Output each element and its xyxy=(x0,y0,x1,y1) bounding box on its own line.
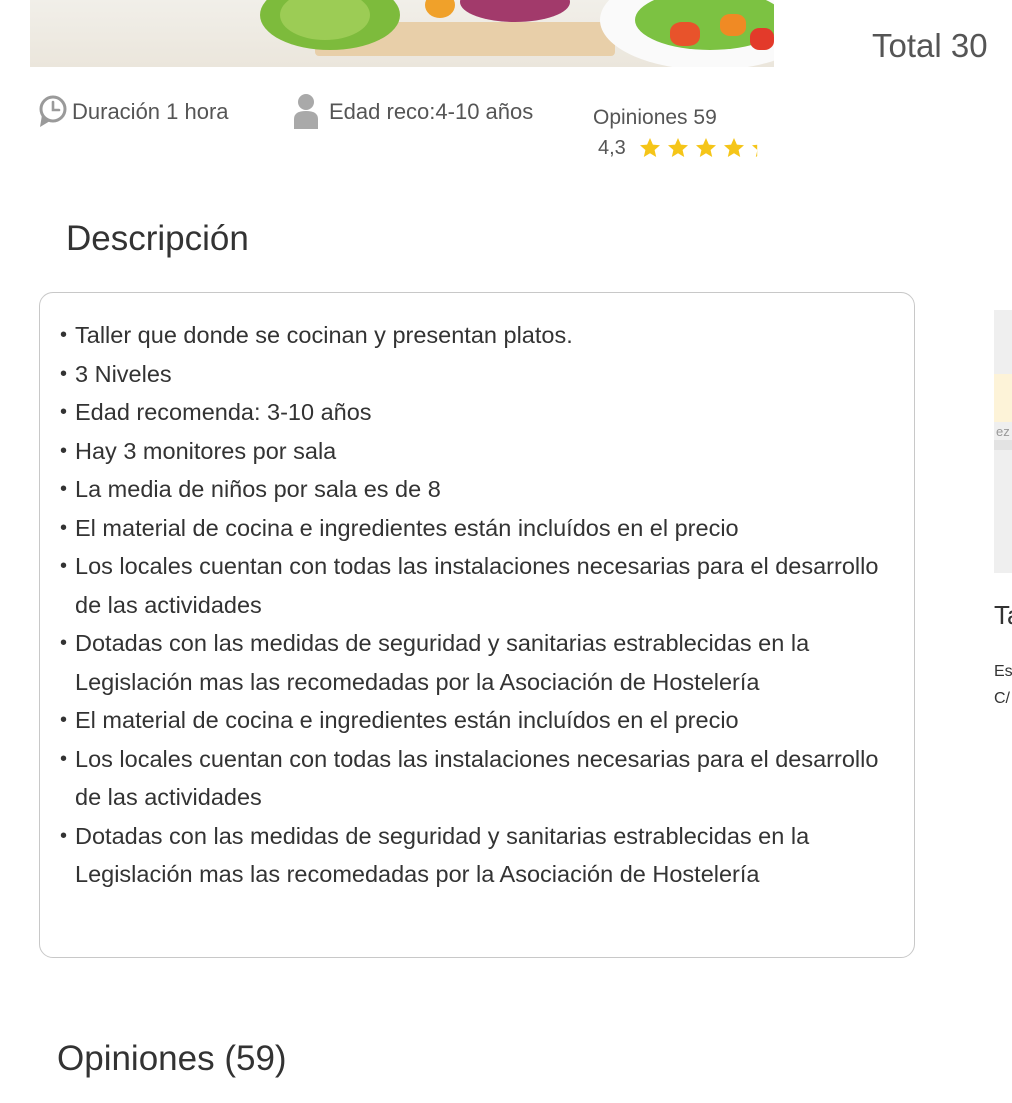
star-icon xyxy=(667,138,688,157)
description-item: Dotadas con las medidas de seguridad y s… xyxy=(60,624,910,701)
activity-hero-image xyxy=(30,0,774,67)
side-card-line2: C/ xyxy=(994,690,1010,707)
side-card-address: Es C/ xyxy=(994,658,1012,712)
age-label: Edad reco:4-10 años xyxy=(329,99,534,124)
rating-value: 4,3 xyxy=(598,136,626,159)
star-icon xyxy=(639,138,660,157)
side-card-image[interactable]: ez xyxy=(994,310,1012,573)
duration-label: Duración 1 hora xyxy=(72,99,229,124)
side-card-title[interactable]: Ta xyxy=(994,600,1012,631)
description-item: Taller que donde se cocinan y presentan … xyxy=(60,316,910,355)
star-icon xyxy=(695,138,716,157)
duration-info: Duración 1 hora xyxy=(36,93,229,131)
description-item: Hay 3 monitores por sala xyxy=(60,432,910,471)
description-item: La media de niños por sala es de 8 xyxy=(60,470,910,509)
description-item: 3 Niveles xyxy=(60,355,910,394)
clock-icon xyxy=(39,95,67,127)
opinions-title: Opiniones (59) xyxy=(57,1039,287,1078)
description-box: Taller que donde se cocinan y presentan … xyxy=(39,292,915,958)
description-item: Edad recomenda: 3-10 años xyxy=(60,393,910,432)
activity-page: Total 30 Duración 1 hora Edad reco:4-10 … xyxy=(0,0,1012,1103)
rating: 4,3 xyxy=(598,136,778,160)
description-item: El material de cocina e ingredientes est… xyxy=(60,509,910,548)
total-price: Total 30 xyxy=(872,27,988,64)
side-card-line1: Es xyxy=(994,663,1012,680)
description-item: Los locales cuentan con todas las instal… xyxy=(60,547,910,624)
opinions-count[interactable]: Opiniones 59 xyxy=(593,106,717,130)
description-item: Dotadas con las medidas de seguridad y s… xyxy=(60,817,910,894)
age-info: Edad reco:4-10 años xyxy=(293,93,533,131)
description-list: Taller que donde se cocinan y presentan … xyxy=(60,316,910,894)
rating-stars xyxy=(638,136,778,160)
side-card-fragment: ez xyxy=(996,424,1010,439)
description-item: El material de cocina e ingredientes est… xyxy=(60,701,910,740)
person-icon xyxy=(294,94,318,129)
description-title: Descripción xyxy=(66,219,249,258)
star-icon xyxy=(751,144,758,157)
star-icon xyxy=(723,138,744,157)
description-item: Los locales cuentan con todas las instal… xyxy=(60,740,910,817)
